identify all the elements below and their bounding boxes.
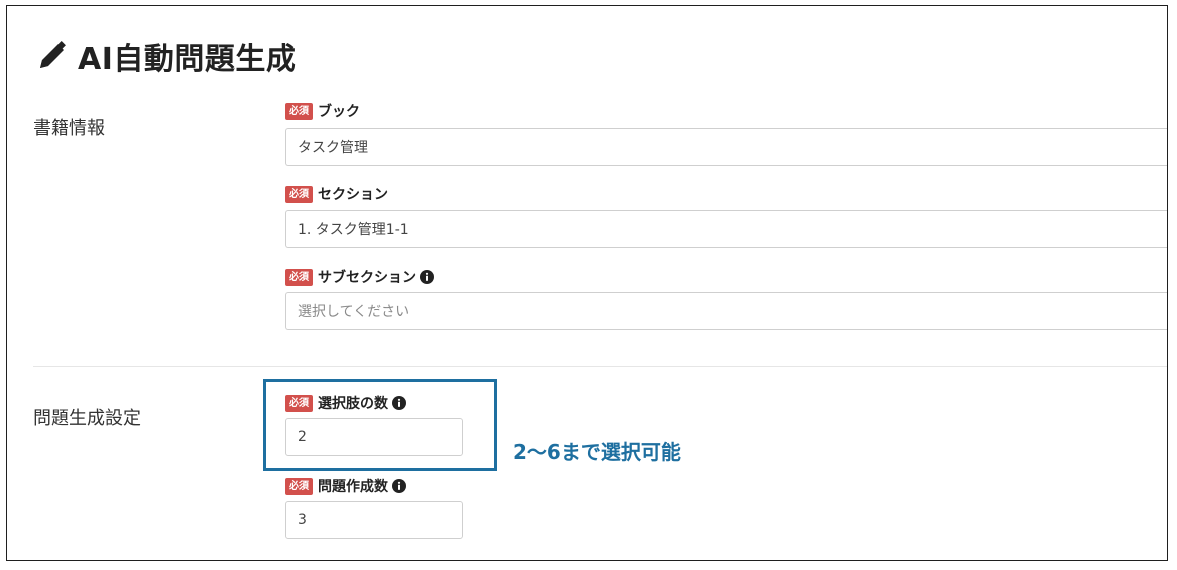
required-badge: 必須 (285, 268, 313, 286)
page-title: AI自動問題生成 (78, 42, 297, 77)
highlight-box (263, 379, 497, 471)
subsection-label: 必須 サブセクション (285, 267, 434, 287)
required-badge: 必須 (285, 185, 313, 203)
required-badge: 必須 (285, 102, 313, 120)
required-badge: 必須 (285, 477, 313, 495)
subsection-placeholder: 選択してください (298, 304, 410, 320)
pencil-icon (40, 41, 66, 68)
book-label-text: ブック (318, 104, 360, 120)
section-select-value: 1. タスク管理1-1 (298, 222, 409, 238)
info-circle-icon[interactable] (392, 479, 406, 493)
page-header: AI自動問題生成 (34, 34, 296, 78)
subsection-select[interactable]: 選択してください (285, 292, 1167, 330)
subsection-label-text: サブセクション (318, 270, 416, 286)
annotation-text: 2〜6まで選択可能 (513, 440, 681, 464)
section-select[interactable]: 1. タスク管理1-1 (285, 210, 1167, 248)
question-count-value: 3 (298, 512, 307, 528)
question-count-label: 必須 問題作成数 (285, 476, 406, 496)
section-label-generation-settings: 問題生成設定 (33, 408, 141, 429)
section-divider (33, 366, 1167, 367)
section-label-text: セクション (318, 187, 388, 203)
book-select[interactable]: タスク管理 (285, 128, 1167, 166)
question-count-label-text: 問題作成数 (318, 479, 388, 495)
info-circle-icon[interactable] (420, 270, 434, 284)
section-field-label: 必須 セクション (285, 184, 388, 204)
question-count-input[interactable]: 3 (285, 501, 463, 539)
book-label: 必須 ブック (285, 101, 360, 121)
section-label-book-info: 書籍情報 (33, 118, 105, 139)
book-select-value: タスク管理 (298, 140, 368, 156)
main-panel: AI自動問題生成 書籍情報 必須 ブック タスク管理 必須 セクション 1. タ… (6, 5, 1168, 561)
